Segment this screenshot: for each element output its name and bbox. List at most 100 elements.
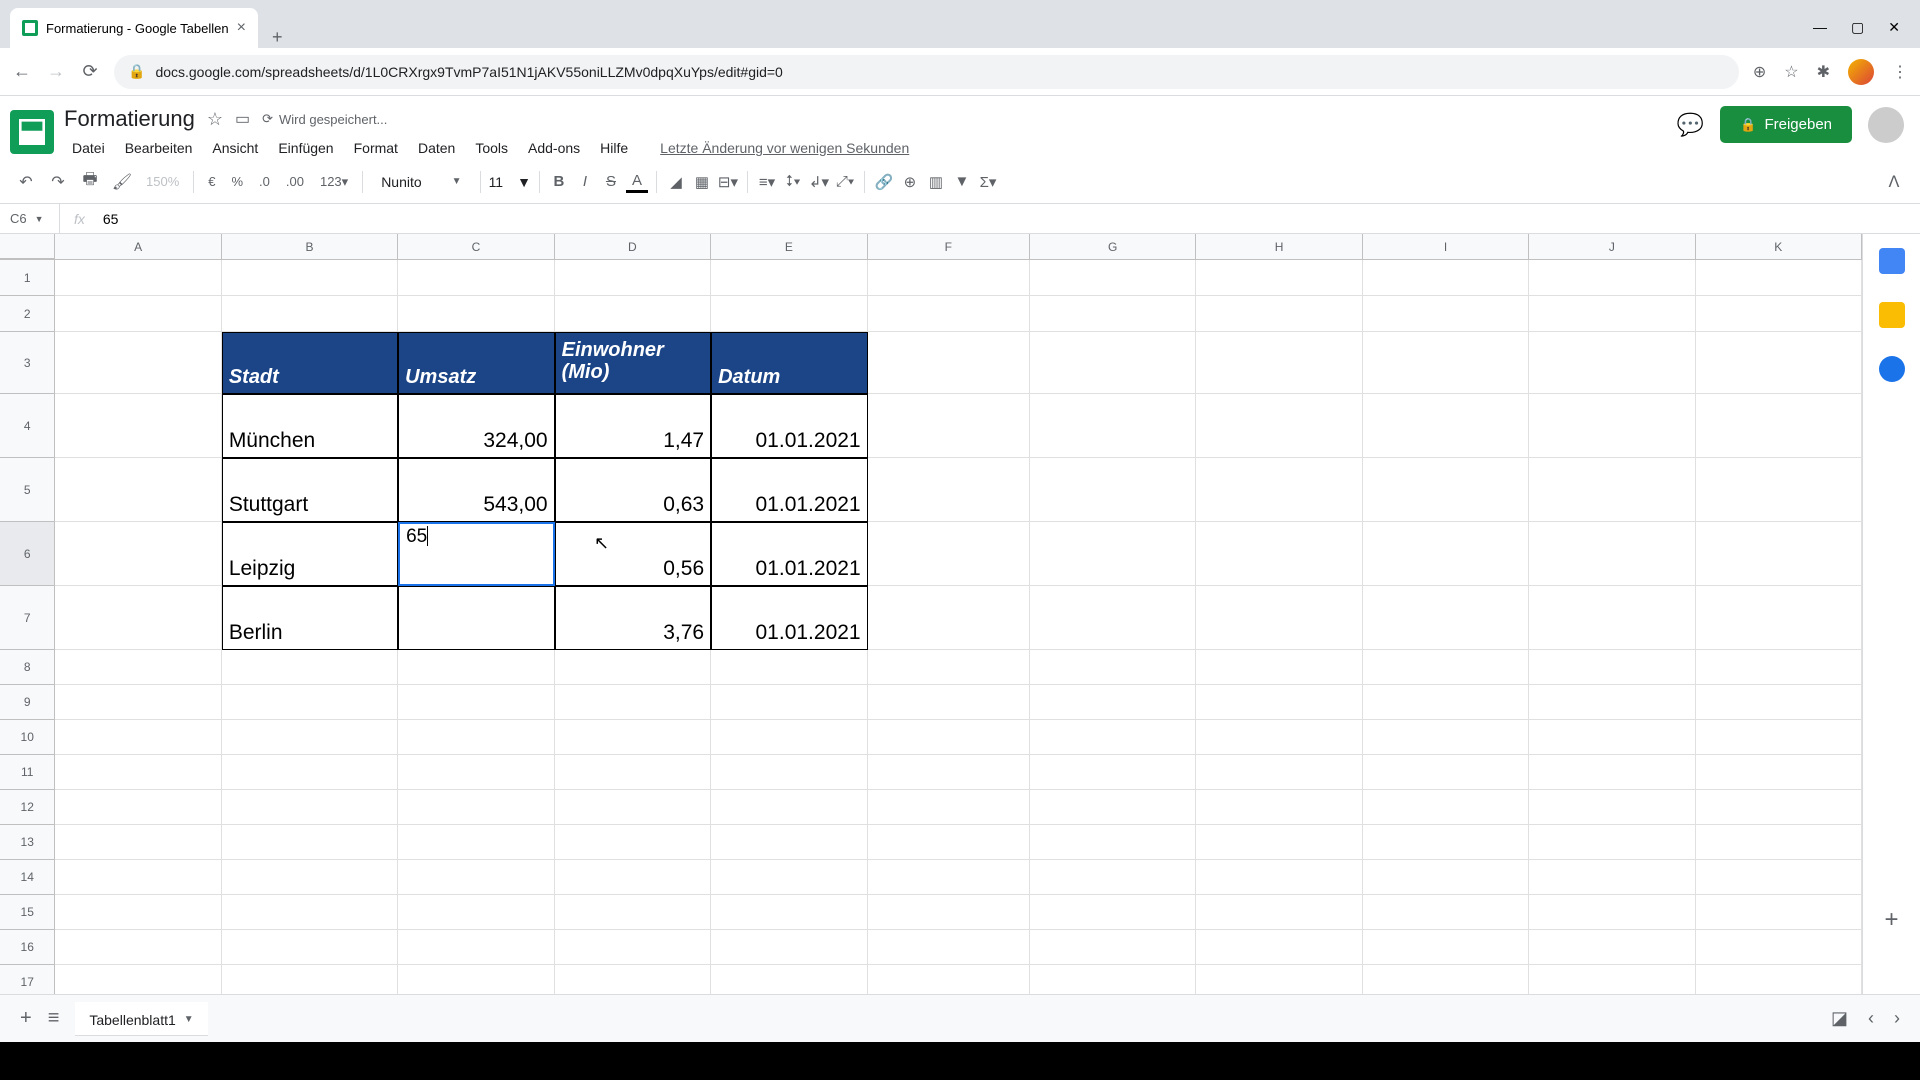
percent-icon[interactable]: % — [225, 174, 249, 189]
collapse-toolbar-icon[interactable]: ᐱ — [1880, 168, 1908, 196]
cell[interactable] — [55, 720, 221, 755]
cell[interactable] — [398, 860, 555, 895]
cell[interactable] — [55, 860, 221, 895]
cell[interactable] — [1030, 860, 1196, 895]
cell[interactable]: 65 — [398, 522, 555, 586]
fill-color-icon[interactable]: ◢ — [665, 171, 687, 193]
cell[interactable] — [711, 895, 868, 930]
cell[interactable] — [868, 685, 1030, 720]
cell[interactable] — [55, 586, 221, 650]
row-header[interactable]: 17 — [0, 965, 55, 994]
cell[interactable] — [1030, 458, 1196, 522]
cell[interactable] — [868, 394, 1030, 458]
cell[interactable] — [1196, 685, 1362, 720]
forward-icon[interactable]: → — [46, 61, 66, 82]
strike-icon[interactable]: S — [600, 171, 622, 193]
cell[interactable] — [555, 720, 712, 755]
cell[interactable]: 324,00 — [398, 394, 555, 458]
cell[interactable] — [398, 965, 555, 994]
cell[interactable] — [555, 895, 712, 930]
cell[interactable] — [398, 930, 555, 965]
cell[interactable] — [1696, 586, 1862, 650]
merge-icon[interactable]: ⊟▾ — [717, 171, 739, 193]
cell[interactable]: 1,47 — [555, 394, 712, 458]
cell[interactable] — [1196, 720, 1362, 755]
cell[interactable]: Stuttgart — [222, 458, 398, 522]
cell[interactable] — [1030, 522, 1196, 586]
cell[interactable] — [1363, 458, 1529, 522]
cell[interactable] — [1196, 965, 1362, 994]
row-header[interactable]: 16 — [0, 930, 55, 965]
cell[interactable] — [1030, 260, 1196, 296]
cell[interactable] — [1696, 260, 1862, 296]
cell[interactable] — [55, 930, 221, 965]
cell[interactable] — [222, 720, 398, 755]
cell[interactable] — [1696, 522, 1862, 586]
cell[interactable]: 0,56 — [555, 522, 712, 586]
v-align-icon[interactable]: ⭥▾ — [782, 171, 804, 193]
sheet-nav-right-icon[interactable]: › — [1894, 1008, 1900, 1029]
cell[interactable] — [1196, 332, 1362, 394]
cell[interactable] — [222, 895, 398, 930]
cell[interactable] — [1196, 522, 1362, 586]
bold-icon[interactable]: B — [548, 171, 570, 193]
cell[interactable] — [1363, 790, 1529, 825]
cell[interactable] — [1529, 650, 1695, 685]
cell[interactable] — [1030, 965, 1196, 994]
cell[interactable] — [222, 860, 398, 895]
add-sheet-icon[interactable]: + — [20, 1007, 32, 1030]
cell[interactable] — [1529, 394, 1695, 458]
cell[interactable] — [222, 296, 398, 332]
cell[interactable] — [711, 790, 868, 825]
all-sheets-icon[interactable]: ≡ — [48, 1007, 60, 1030]
cell[interactable] — [868, 296, 1030, 332]
cell[interactable] — [555, 296, 712, 332]
cell[interactable] — [222, 685, 398, 720]
move-doc-icon[interactable]: ▭ — [235, 109, 250, 129]
cell[interactable] — [868, 860, 1030, 895]
cell[interactable] — [1363, 685, 1529, 720]
cell[interactable] — [1363, 720, 1529, 755]
cell[interactable] — [1363, 650, 1529, 685]
cell[interactable] — [1196, 296, 1362, 332]
cell[interactable] — [1030, 296, 1196, 332]
formula-input[interactable]: 65 — [99, 211, 123, 227]
cell[interactable] — [1696, 650, 1862, 685]
cell[interactable] — [55, 458, 221, 522]
close-window-icon[interactable]: ✕ — [1888, 19, 1900, 36]
cell[interactable] — [222, 930, 398, 965]
cell[interactable] — [1363, 394, 1529, 458]
cell[interactable] — [1363, 895, 1529, 930]
cell[interactable] — [555, 860, 712, 895]
row-header[interactable]: 13 — [0, 825, 55, 860]
cell[interactable] — [1696, 895, 1862, 930]
cell[interactable] — [711, 296, 868, 332]
cell[interactable] — [55, 650, 221, 685]
cell[interactable] — [1529, 296, 1695, 332]
cell[interactable] — [1529, 825, 1695, 860]
cell[interactable] — [555, 650, 712, 685]
cell[interactable] — [55, 296, 221, 332]
menu-format[interactable]: Format — [346, 136, 406, 160]
cell[interactable] — [868, 930, 1030, 965]
cell[interactable] — [868, 720, 1030, 755]
share-button[interactable]: Freigeben — [1720, 106, 1852, 143]
cell[interactable] — [868, 825, 1030, 860]
increase-decimal-icon[interactable]: .00 — [280, 174, 310, 189]
cell[interactable] — [868, 260, 1030, 296]
cell[interactable] — [1696, 458, 1862, 522]
row-header[interactable]: 11 — [0, 755, 55, 790]
cell[interactable] — [711, 825, 868, 860]
cell[interactable] — [711, 860, 868, 895]
cell[interactable] — [1696, 394, 1862, 458]
reload-icon[interactable]: ⟳ — [80, 61, 100, 82]
last-edit-link[interactable]: Letzte Änderung vor wenigen Sekunden — [652, 136, 917, 160]
cell[interactable]: 01.01.2021 — [711, 458, 868, 522]
cell[interactable] — [55, 522, 221, 586]
cell[interactable] — [55, 825, 221, 860]
cell[interactable] — [1030, 825, 1196, 860]
url-input[interactable]: 🔒 docs.google.com/spreadsheets/d/1L0CRXr… — [114, 55, 1739, 89]
select-all-corner[interactable] — [0, 234, 55, 259]
col-header-i[interactable]: I — [1363, 234, 1529, 259]
cell[interactable] — [1696, 332, 1862, 394]
